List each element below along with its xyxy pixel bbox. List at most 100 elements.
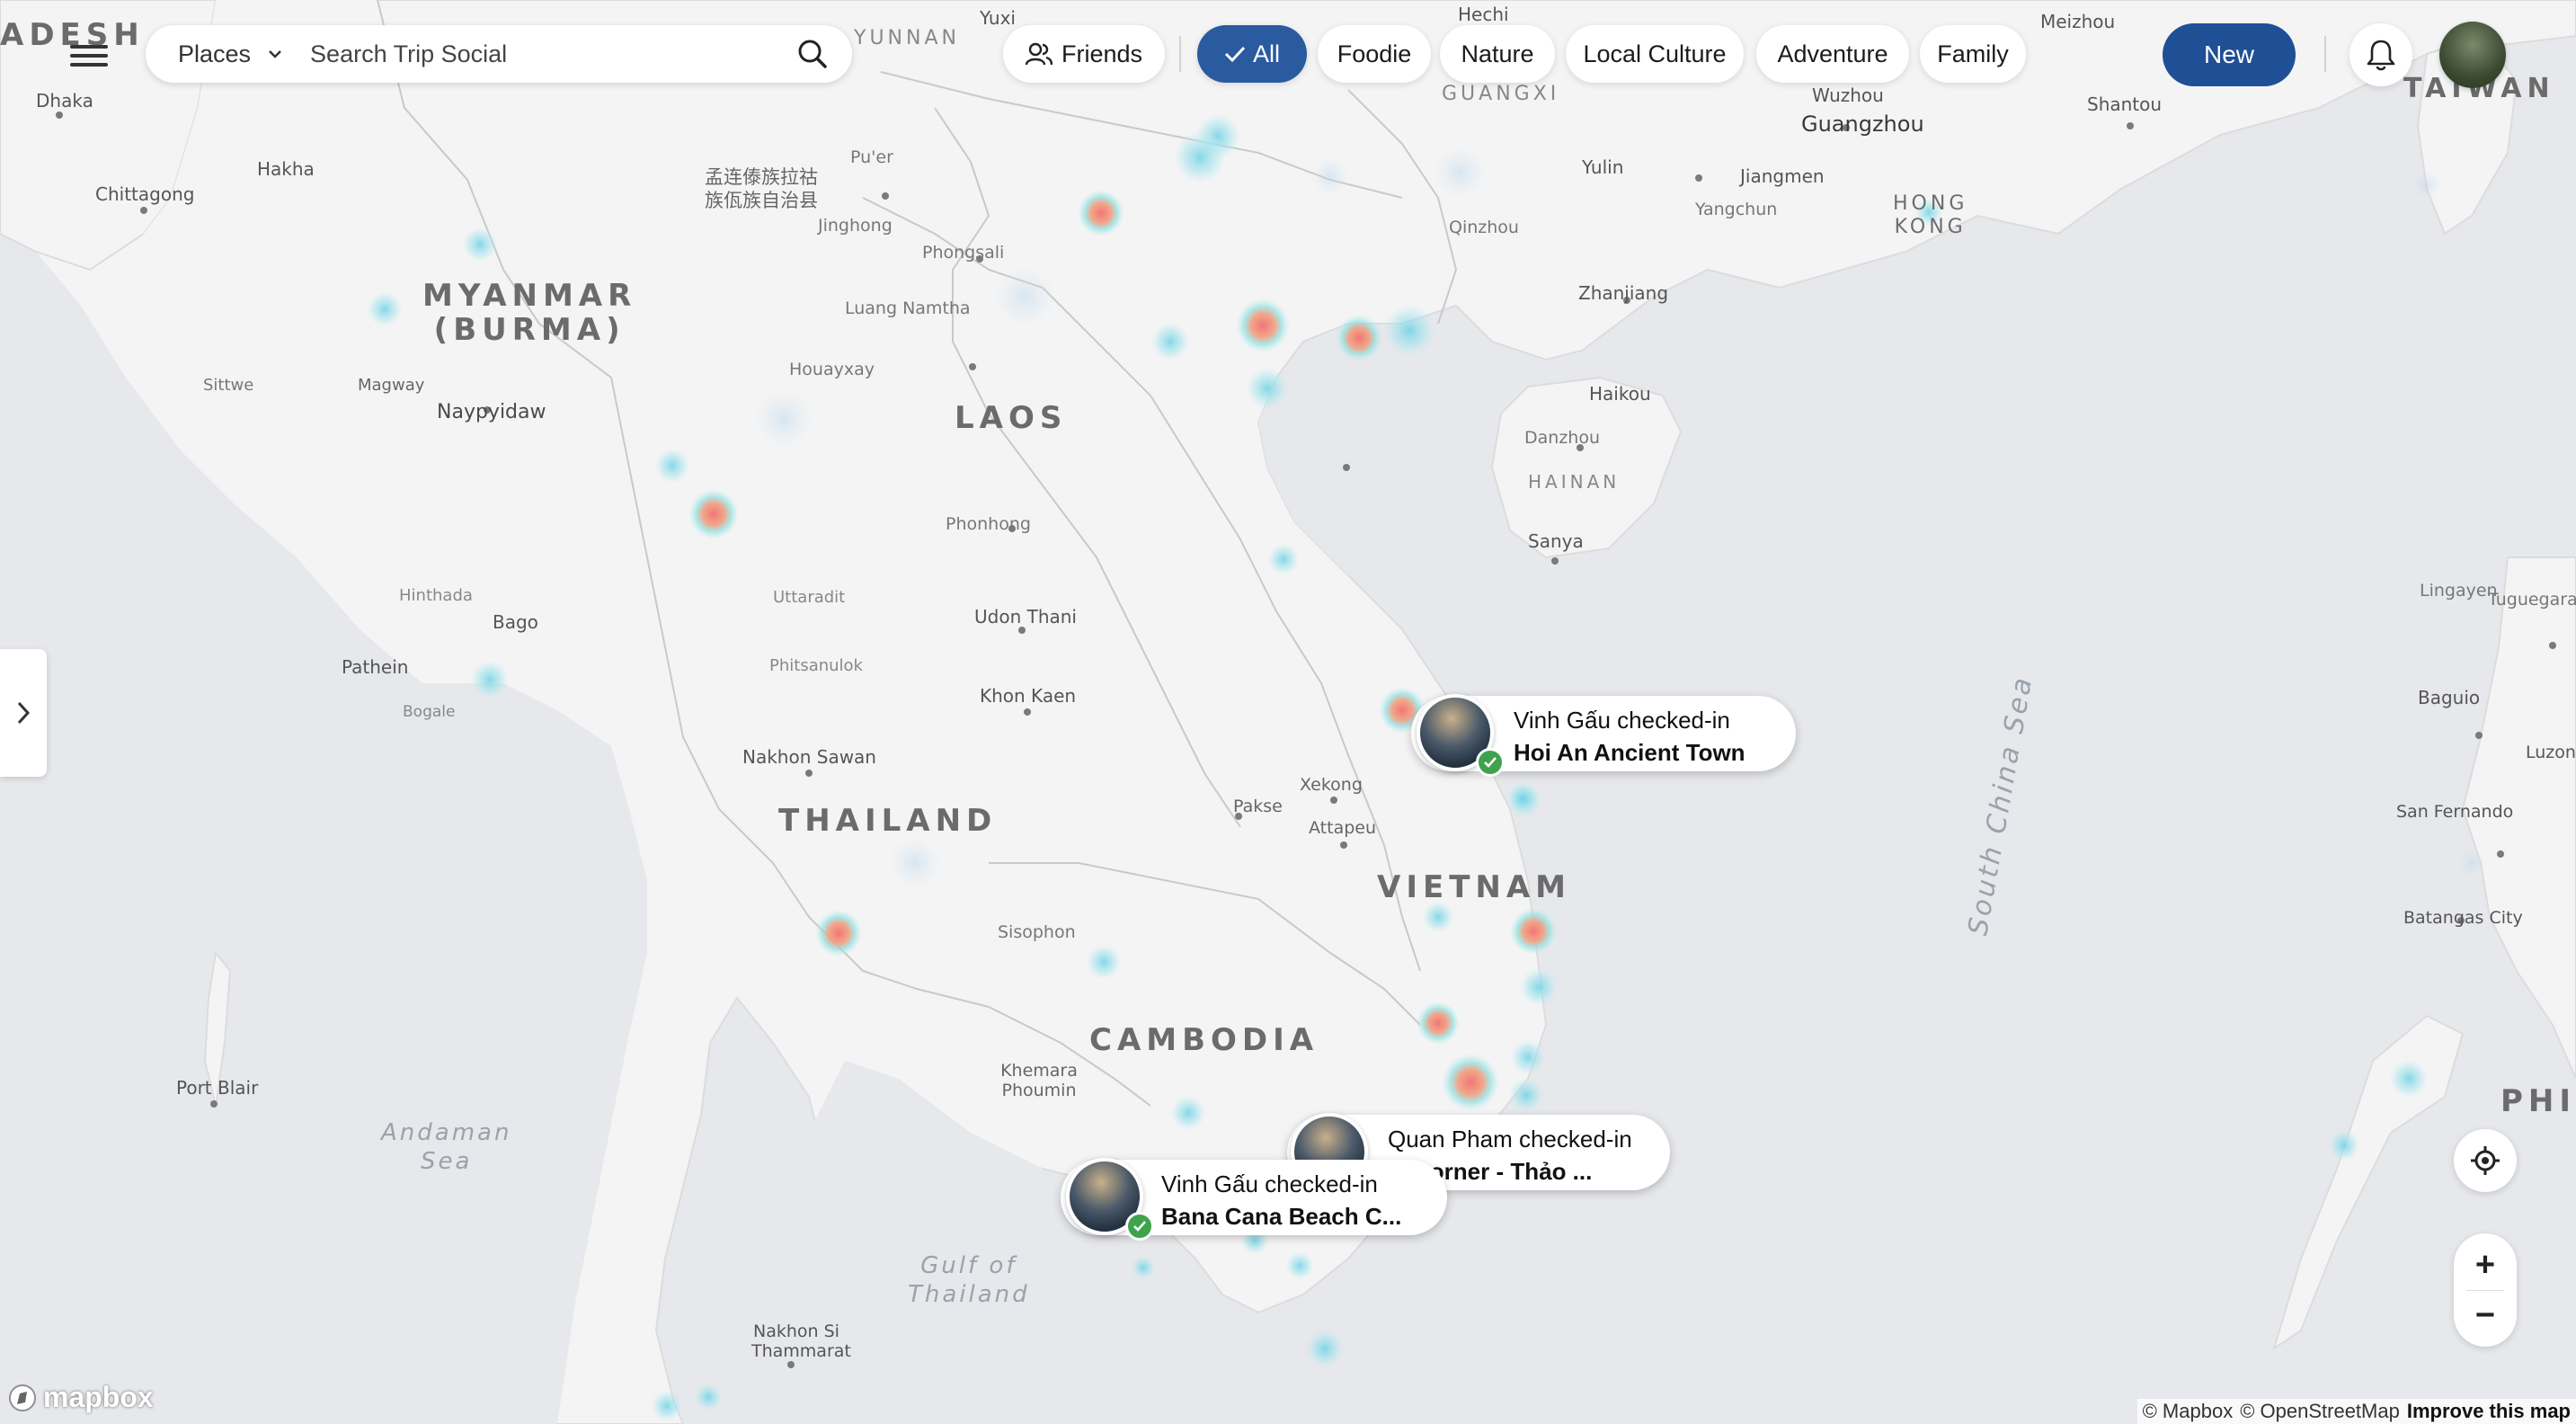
- hamburger-menu-icon[interactable]: [70, 40, 108, 70]
- sea-andaman-line1: Andaman: [381, 1119, 512, 1146]
- filter-chip-adventure[interactable]: Adventure: [1756, 25, 1909, 83]
- city-label: Meizhou: [2040, 11, 2116, 32]
- city-label: Luzon: [2526, 743, 2576, 762]
- filter-chip-label: All: [1252, 40, 1280, 67]
- checkin-card[interactable]: Vinh Gấu checked-in Hoi An Ancient Town: [1411, 694, 1796, 777]
- locate-me-button[interactable]: [2454, 1129, 2517, 1192]
- city-label: Pakse: [1233, 797, 1283, 816]
- filter-chip-foodie[interactable]: Foodie: [1318, 25, 1431, 83]
- map-attribution: © Mapbox © OpenStreetMap Improve this ma…: [2136, 1399, 2576, 1424]
- city-label: Phongsali: [922, 243, 1005, 263]
- chevron-right-icon: [17, 701, 31, 725]
- city-label: Danzhou: [1524, 428, 1600, 448]
- city-label: San Fernando: [2396, 802, 2514, 822]
- city-label: Haikou: [1589, 383, 1651, 405]
- filter-chip-local-culture[interactable]: Local Culture: [1566, 25, 1744, 83]
- city-label: Hinthada: [399, 586, 473, 605]
- checkin-text: Vinh Gấu checked-in: [1161, 1170, 1378, 1197]
- city-label: Phitsanulok: [769, 656, 863, 675]
- city-label: Wuzhou: [1812, 85, 1884, 106]
- check-icon: [1224, 46, 1246, 63]
- city-label: Yulin: [1582, 156, 1624, 178]
- country-label-cambodia: CAMBODIA: [1089, 1022, 1319, 1058]
- city-label: Guangzhou: [1801, 111, 1924, 137]
- region-label-hainan: HAINAN: [1528, 471, 1621, 493]
- city-label: Luang Namtha: [845, 298, 971, 318]
- places-dropdown[interactable]: Places: [178, 40, 283, 68]
- new-post-button[interactable]: New: [2163, 23, 2296, 86]
- city-label: Chittagong: [95, 183, 195, 205]
- sea-label-gulf-of-thailand: Gulf of Thailand: [908, 1251, 1030, 1309]
- city-label: Dhaka: [36, 90, 93, 111]
- filter-chip-label: Adventure: [1777, 40, 1888, 67]
- crosshair-icon: [2471, 1146, 2500, 1175]
- attribution-mapbox-link[interactable]: © Mapbox: [2143, 1400, 2234, 1423]
- filter-chip-family[interactable]: Family: [1920, 25, 2026, 83]
- city-label: Xekong: [1300, 775, 1363, 795]
- city-label: Sisophon: [998, 922, 1076, 942]
- region-label-yunnan: YUNNAN: [854, 27, 960, 49]
- city-label: Sittwe: [203, 376, 254, 395]
- chinese-label-line2: 族佤族自治县: [705, 190, 818, 211]
- filter-chip-label: Foodie: [1337, 40, 1412, 67]
- country-label-laos: LAOS: [955, 400, 1068, 436]
- friends-filter-button[interactable]: Friends: [1003, 25, 1165, 83]
- city-label: Uttaradit: [773, 588, 846, 607]
- checkin-text: Vinh Gấu checked-in: [1514, 707, 1730, 734]
- side-panel-toggle[interactable]: [0, 649, 47, 777]
- city-label: Yuxi: [980, 7, 1016, 29]
- city-label: Udon Thani: [974, 606, 1077, 627]
- country-label-myanmar-line1: MYANMAR: [422, 278, 637, 314]
- country-label-myanmar-line2: (BURMA): [433, 312, 626, 348]
- hong-kong-line1: HONG: [1893, 192, 1968, 215]
- city-label: Phonhong: [946, 514, 1031, 534]
- city-label: Jinghong: [818, 216, 893, 236]
- notifications-bell-icon[interactable]: [2349, 23, 2412, 86]
- city-label: Hechi: [1458, 4, 1509, 25]
- zoom-in-button[interactable]: +: [2454, 1241, 2517, 1289]
- city-label-hong-kong: HONG KONG: [1893, 192, 1968, 239]
- sea-gulf-line2: Thailand: [908, 1281, 1030, 1308]
- checkin-card[interactable]: Vinh Gấu checked-in Bana Cana Beach C...: [1061, 1158, 1447, 1241]
- checkin-place: Bana Cana Beach C...: [1161, 1203, 1402, 1230]
- chinese-county-label: 孟连傣族拉祜 族佤族自治县: [705, 165, 818, 212]
- mapbox-logo[interactable]: mapbox: [7, 1381, 154, 1414]
- city-label: Khemara Phoumin: [1000, 1061, 1078, 1100]
- checkin-text: Quan Pham checked-in: [1388, 1126, 1632, 1153]
- city-label: Batangas City: [2403, 908, 2523, 928]
- checkin-place: Hoi An Ancient Town: [1514, 739, 1745, 766]
- city-label: Jiangmen: [1740, 165, 1825, 187]
- sea-label-andaman: Andaman Sea: [381, 1118, 511, 1176]
- chevron-down-icon: [269, 50, 281, 58]
- improve-map-link[interactable]: Improve this map: [2407, 1400, 2571, 1423]
- sea-andaman-line2: Sea: [421, 1148, 473, 1175]
- city-label: Pathein: [342, 656, 409, 678]
- city-label: Yangchun: [1695, 200, 1778, 219]
- zoom-control: + −: [2454, 1233, 2517, 1347]
- country-label-myanmar: MYANMAR (BURMA): [422, 279, 636, 347]
- city-label: Houayxay: [789, 360, 875, 379]
- filter-chip-nature[interactable]: Nature: [1440, 25, 1555, 83]
- filter-chip-label: Local Culture: [1583, 40, 1727, 67]
- country-label-thailand: THAILAND: [778, 803, 998, 839]
- city-label: Tuguegarao: [2488, 590, 2576, 610]
- city-label: Khon Kaen: [980, 685, 1077, 707]
- search-icon[interactable]: [796, 38, 829, 70]
- zoom-out-button[interactable]: −: [2454, 1291, 2517, 1339]
- country-label-philippines: PHIL: [2500, 1083, 2576, 1119]
- user-avatar[interactable]: [2439, 22, 2506, 88]
- region-label-guangxi: GUANGXI: [1442, 83, 1560, 105]
- mapbox-wordmark: mapbox: [43, 1381, 154, 1413]
- search-bar: Places: [146, 25, 852, 83]
- city-label: Baguio: [2418, 687, 2481, 708]
- city-label: Nakhon Sawan: [742, 746, 876, 768]
- city-label: Shantou: [2087, 93, 2163, 115]
- city-label: Port Blair: [176, 1077, 259, 1099]
- hong-kong-line2: KONG: [1894, 216, 1967, 238]
- filter-chip-all[interactable]: All: [1197, 25, 1307, 83]
- checked-in-icon: [1476, 748, 1505, 777]
- attribution-osm-link[interactable]: © OpenStreetMap: [2240, 1400, 2400, 1423]
- search-input[interactable]: [308, 39, 780, 69]
- city-label: Pu'er: [850, 147, 893, 167]
- chinese-label-line1: 孟连傣族拉祜: [705, 166, 818, 188]
